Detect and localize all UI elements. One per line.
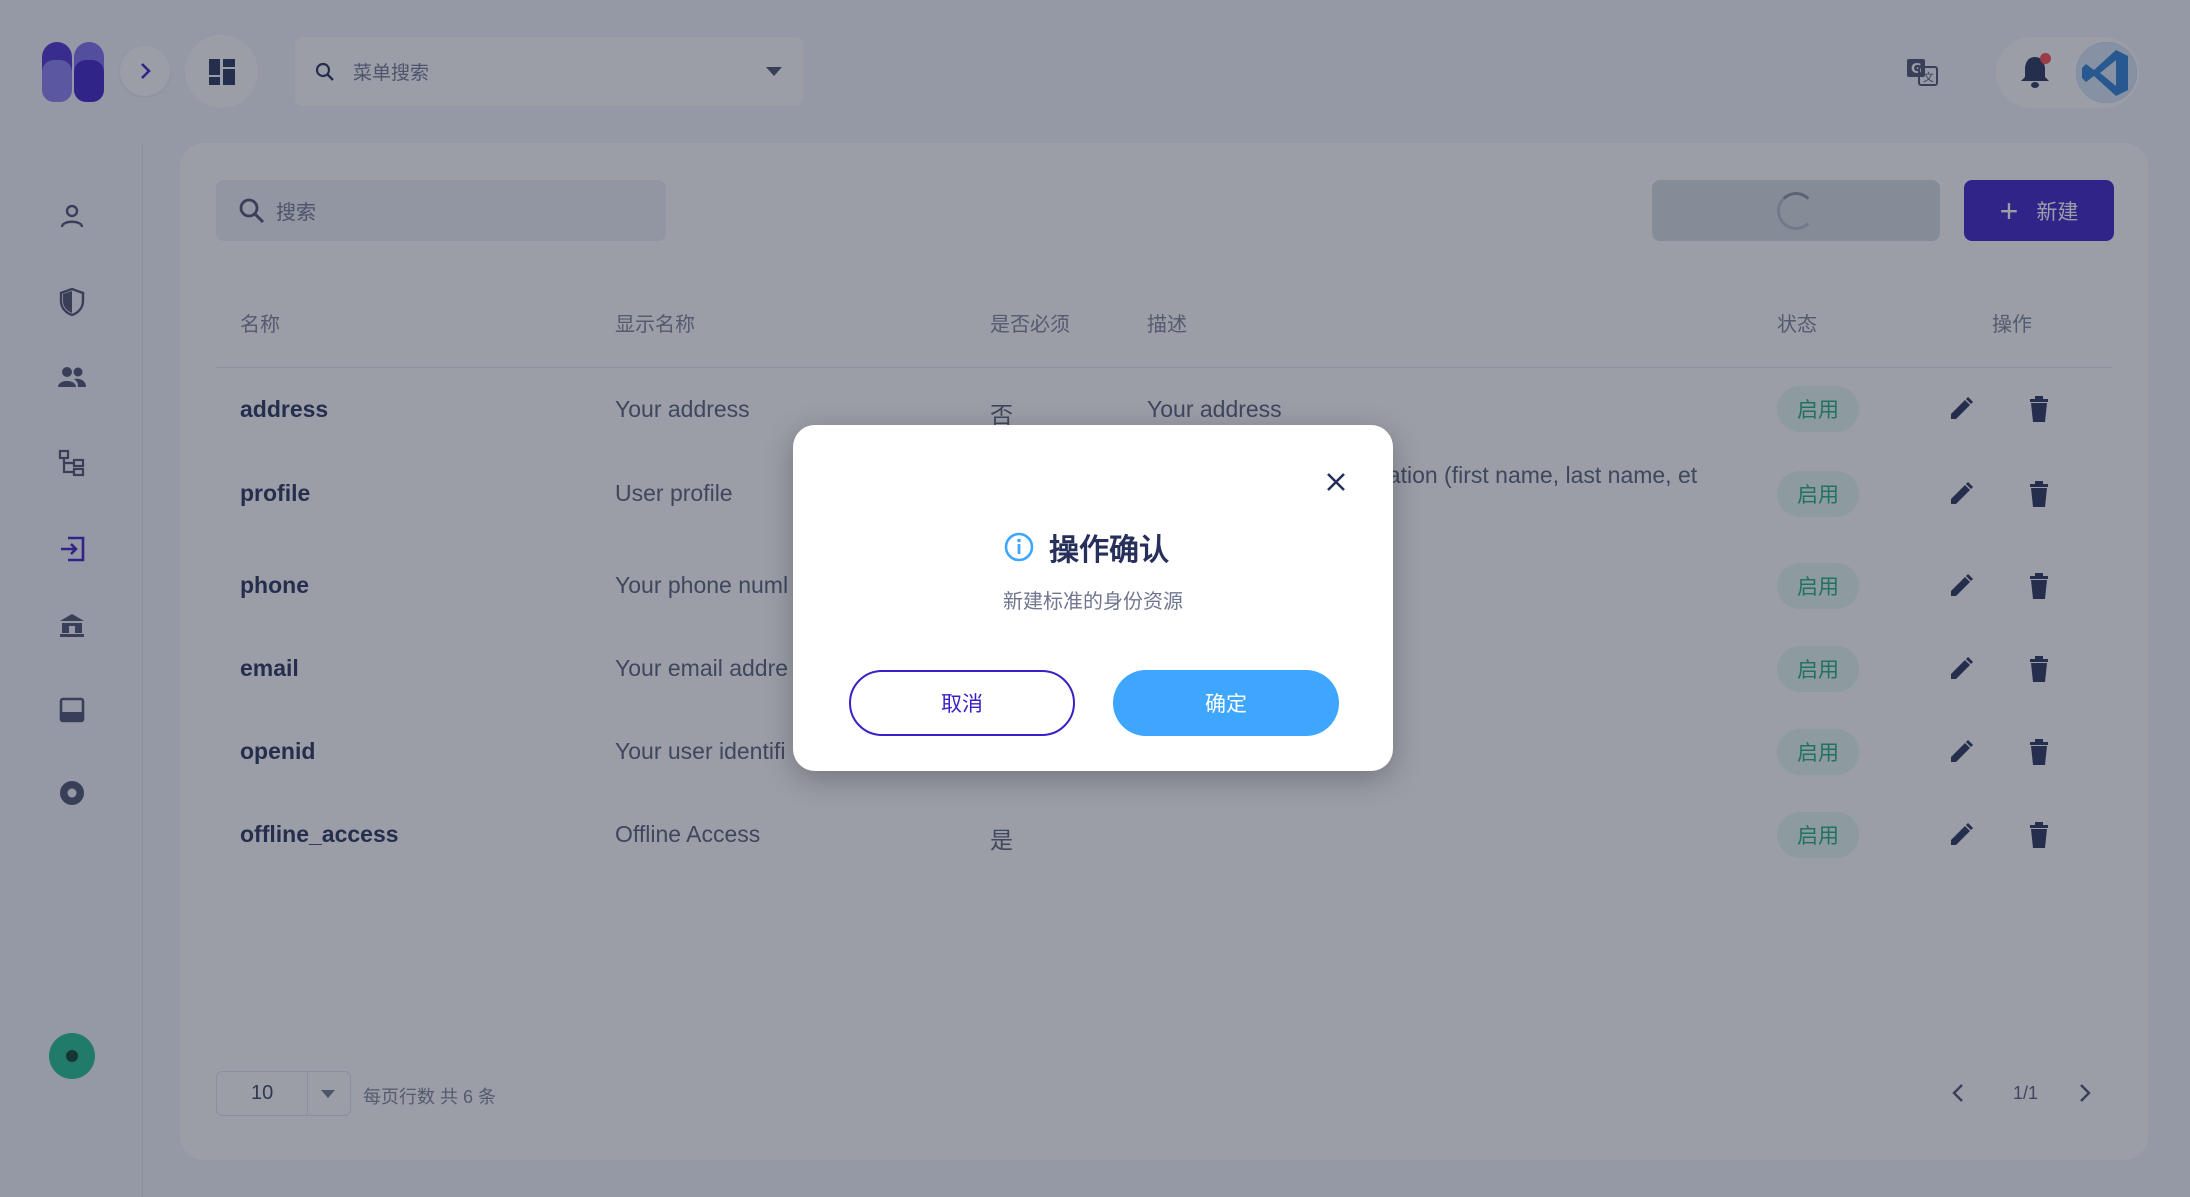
confirm-button[interactable]: 确定 (1113, 670, 1339, 736)
cancel-button[interactable]: 取消 (849, 670, 1075, 736)
dialog-message: 新建标准的身份资源 (1003, 591, 1183, 613)
info-icon (1004, 532, 1034, 562)
dialog-title-text: 操作确认 (1049, 534, 1169, 567)
close-icon[interactable] (1321, 467, 1351, 497)
confirm-dialog: 操作确认 新建标准的身份资源 取消 确定 (793, 425, 1393, 771)
dialog-title: 操作确认 (1003, 525, 1169, 569)
